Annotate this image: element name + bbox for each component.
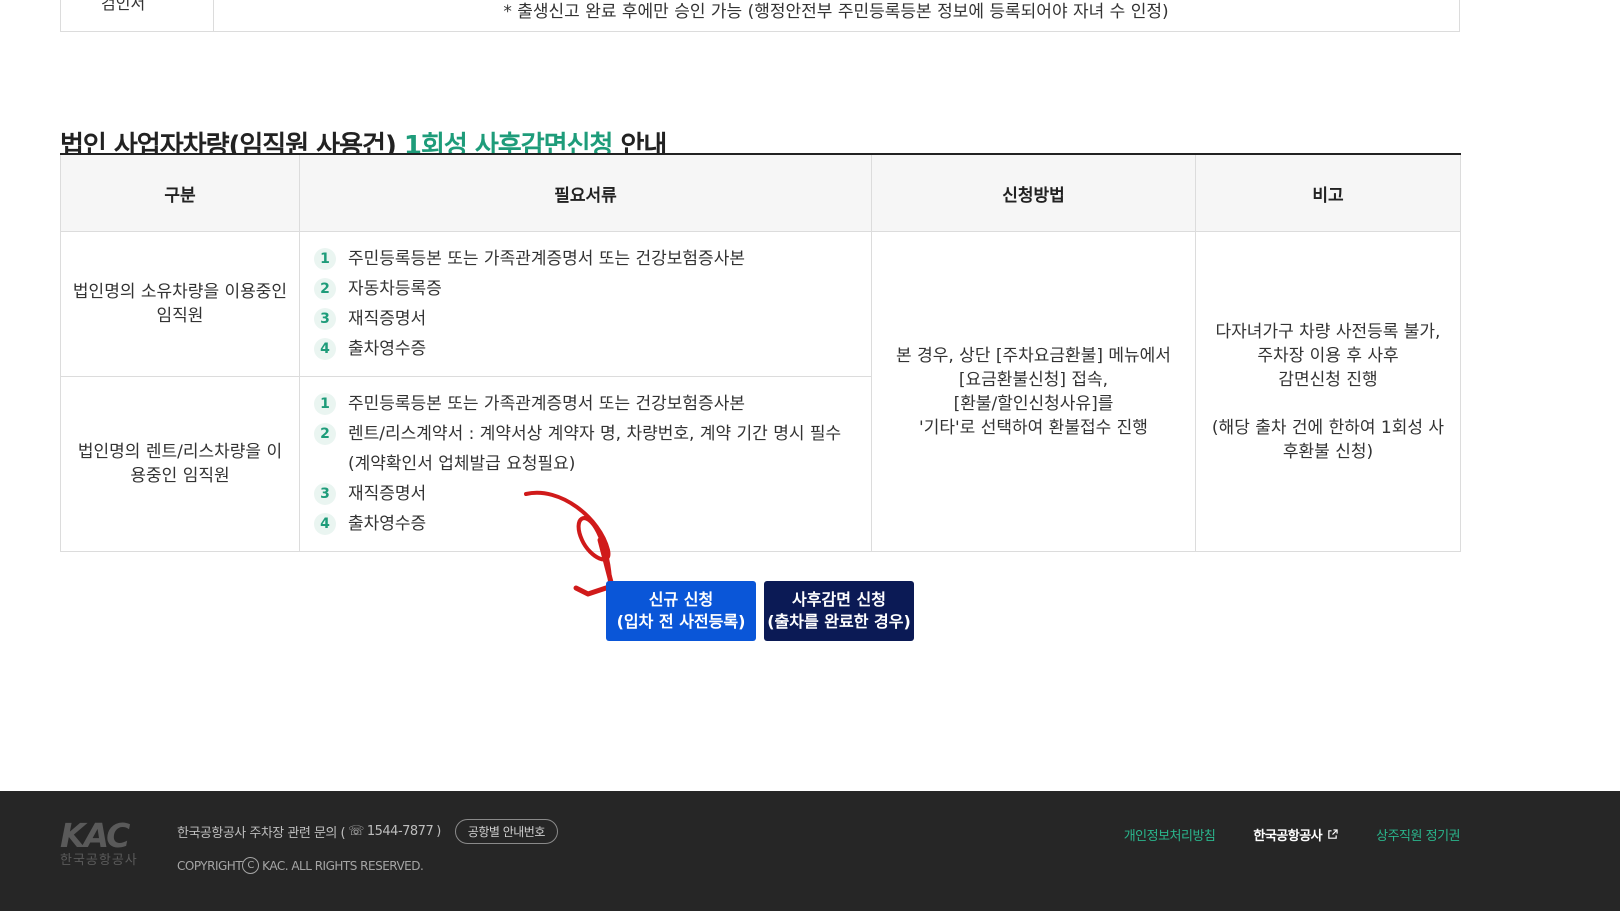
doc-list-item: 2 자동차등록증 — [314, 274, 859, 304]
number-badge: 1 — [314, 393, 336, 415]
table-row: 법인명의 소유차량을 이용중인 임직원 1 주민등록등본 또는 가족관계증명서 또… — [60, 231, 1461, 552]
kac-site-label: 한국공항공사 — [1253, 829, 1323, 844]
number-badge: 3 — [314, 308, 336, 330]
row-category: 법인명의 소유차량을 이용중인 임직원 — [60, 231, 300, 377]
kac-logo[interactable]: KAC 한국공항공사 — [60, 819, 148, 875]
phone-icon: ☏ — [348, 824, 364, 839]
application-method: 본 경우, 상단 [주차요금환불] 메뉴에서 [요금환불신청] 접속, [환불/… — [871, 231, 1196, 552]
row-documents: 1 주민등록등본 또는 가족관계증명서 또는 건강보험증사본 2 자동차등록증 3재… — [299, 231, 872, 377]
contact-prefix: 한국공항공사 주차장 관련 문의 ( — [177, 826, 346, 841]
privacy-policy-link[interactable]: 개인정보처리방침 — [1124, 825, 1216, 844]
new-application-button[interactable]: 신규 신청 (입차 전 사전등록) — [606, 581, 756, 641]
number-badge: 4 — [314, 338, 336, 360]
doc-list-item: 3 재직증명서 — [314, 304, 859, 334]
header-documents: 필요서류 — [299, 154, 872, 232]
logo-text: KAC — [60, 816, 130, 855]
previous-table-left-label: 검인서 — [101, 0, 146, 13]
header-category: 구분 — [60, 154, 300, 232]
new-application-sublabel: (입차 전 사전등록) — [616, 612, 746, 631]
post-reduction-button[interactable]: 사후감면 신청 (출차를 완료한 경우) — [764, 581, 914, 641]
doc-text: 렌트/리스계약서 : 계약서상 계약자 명, 차량번호, 계약 기간 명시 필수… — [348, 424, 842, 474]
external-link-icon — [1328, 829, 1338, 839]
header-remark: 비고 — [1195, 154, 1461, 232]
row-category: 법인명의 렌트/리스차량을 이용중인 임직원 — [60, 376, 300, 552]
footer-links: 개인정보처리방침 한국공항공사 상주직원 정기권 — [1124, 825, 1461, 844]
doc-list-item: 2 렌트/리스계약서 : 계약서상 계약자 명, 차량번호, 계약 기간 명시 필… — [314, 419, 859, 479]
copyright-icon: C — [242, 857, 260, 874]
remark: 다자녀가구 차량 사전등록 불가, 주차장 이용 후 사후 감면신청 진행 (해… — [1195, 231, 1461, 552]
staff-pass-link[interactable]: 상주직원 정기권 — [1376, 825, 1460, 844]
previous-table-remnant: 검인서 * 출생신고 완료 후에만 승인 가능 (행정안전부 주민등록등본 정보… — [60, 0, 1460, 32]
copyright-label: COPYRIGHT — [177, 858, 243, 873]
doc-list-item: 1 주민등록등본 또는 가족관계증명서 또는 건강보험증사본 — [314, 389, 859, 419]
doc-text: 자동차등록증 — [348, 279, 442, 299]
previous-table-note: * 출생신고 완료 후에만 승인 가능 (행정안전부 주민등록등본 정보에 등록… — [503, 2, 1169, 22]
number-badge: 2 — [314, 278, 336, 300]
number-badge: 2 — [314, 423, 336, 445]
logo-subtext: 한국공항공사 — [60, 853, 138, 868]
info-table: 구분 필요서류 신청방법 비고 법인명의 소유차량을 이용중인 임직원 1 주민등… — [60, 153, 1461, 552]
new-application-label: 신규 신청 — [648, 590, 714, 609]
doc-text: 주민등록등본 또는 가족관계증명서 또는 건강보험증사본 — [348, 249, 745, 269]
contact-suffix: ) — [436, 824, 441, 839]
footer: KAC 한국공항공사 한국공항공사 주차장 관련 문의 ( ☏ 1544-787… — [0, 791, 1620, 911]
number-badge: 3 — [314, 483, 336, 505]
doc-text: 출차영수증 — [348, 339, 427, 359]
post-reduction-sublabel: (출차를 완료한 경우) — [767, 612, 911, 631]
doc-text: 주민등록등본 또는 가족관계증명서 또는 건강보험증사본 — [348, 394, 745, 414]
doc-text: 재직증명서 — [348, 309, 427, 329]
kac-site-link[interactable]: 한국공항공사 — [1253, 825, 1338, 844]
footer-contact: 한국공항공사 주차장 관련 문의 ( ☏ 1544-7877 ) 공항별 안내번… — [177, 819, 558, 844]
copyright-text: KAC. ALL RIGHTS RESERVED. — [262, 858, 424, 873]
airport-numbers-button[interactable]: 공항별 안내번호 — [454, 819, 558, 844]
doc-list-item: 4 출차영수증 — [314, 334, 859, 364]
contact-phone: 1544-7877 — [366, 824, 434, 839]
number-badge: 1 — [314, 248, 336, 270]
copyright: COPYRIGHT C KAC. ALL RIGHTS RESERVED. — [177, 857, 424, 874]
post-reduction-label: 사후감면 신청 — [792, 590, 886, 609]
previous-table-left-cell: 검인서 — [61, 0, 214, 31]
header-method: 신청방법 — [871, 154, 1196, 232]
number-badge: 4 — [314, 513, 336, 535]
doc-list-item: 1 주민등록등본 또는 가족관계증명서 또는 건강보험증사본 — [314, 244, 859, 274]
table-header-row: 구분 필요서류 신청방법 비고 — [60, 154, 1461, 232]
